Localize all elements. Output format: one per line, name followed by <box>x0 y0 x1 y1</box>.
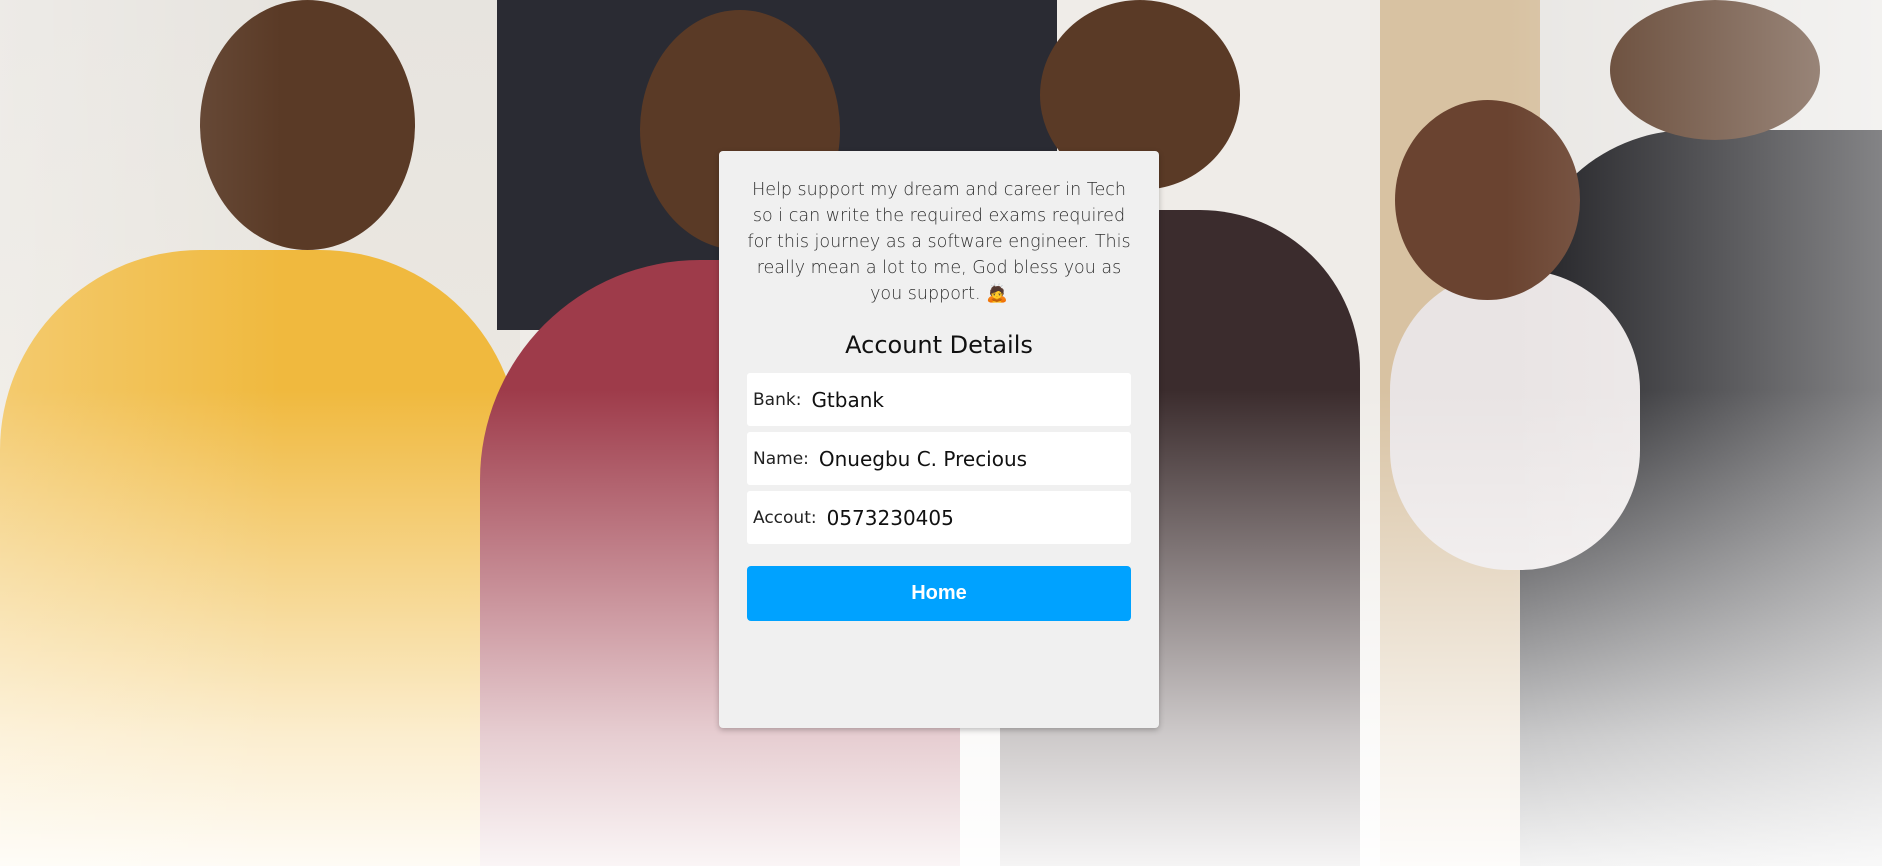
account-number-label: Accout: <box>753 507 817 528</box>
support-card: Help support my dream and career in Tech… <box>719 151 1159 728</box>
bank-label: Bank: <box>753 389 802 410</box>
account-number-value: 0573230405 <box>826 505 954 530</box>
name-label: Name: <box>753 448 809 469</box>
bank-value: Gtbank <box>811 387 884 412</box>
name-field: Name: Onuegbu C. Precious <box>747 432 1131 485</box>
bank-field: Bank: Gtbank <box>747 373 1131 426</box>
account-number-field: Accout: 0573230405 <box>747 491 1131 544</box>
account-details-title: Account Details <box>845 331 1033 359</box>
home-button[interactable]: Home <box>747 566 1131 621</box>
name-value: Onuegbu C. Precious <box>818 446 1028 471</box>
support-message: Help support my dream and career in Tech… <box>747 180 1131 304</box>
